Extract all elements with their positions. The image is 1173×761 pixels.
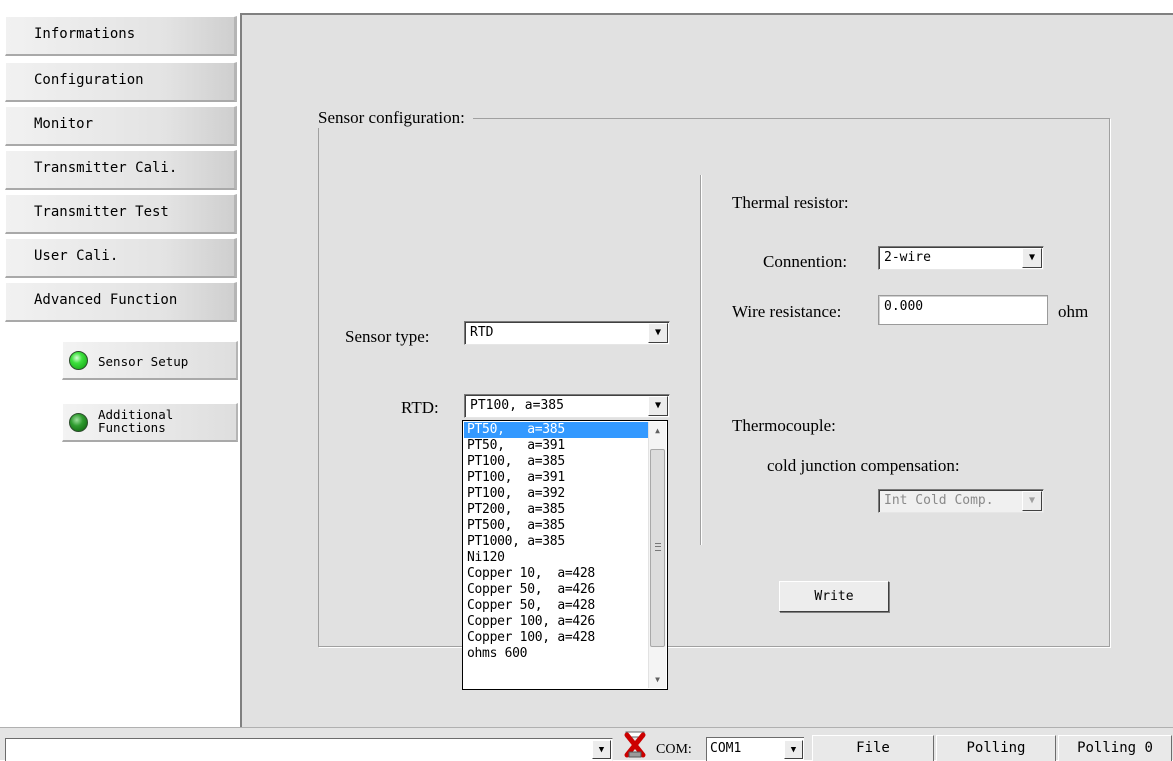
polling-count: Polling 0: [1058, 735, 1172, 761]
rtd-option[interactable]: PT1000, a=385: [464, 534, 649, 550]
thermal-resistor-label: Thermal resistor:: [732, 193, 849, 212]
cjc-label: cold junction compensation:: [767, 456, 960, 475]
write-button[interactable]: Write: [779, 581, 889, 612]
scrollbar-thumb[interactable]: [650, 449, 665, 647]
rtd-options: PT50, a=385 PT50, a=391 PT100, a=385 PT100,…: [464, 422, 649, 662]
nav-configuration[interactable]: Configuration: [5, 62, 237, 102]
nav-transmitter-cali[interactable]: Transmitter Cali.: [5, 150, 237, 190]
rtd-option[interactable]: ohms 600: [464, 646, 649, 662]
main-panel: Sensor configuration: Sensor type: RTD ▼…: [240, 13, 1173, 727]
sensor-type-value: RTD: [470, 325, 494, 340]
dropdown-arrow-icon[interactable]: ▼: [648, 396, 668, 416]
dropdown-arrow-icon[interactable]: ▼: [784, 740, 803, 759]
dropdown-arrow-icon[interactable]: ▼: [648, 323, 668, 343]
nav-label: Transmitter Cali.: [34, 160, 178, 176]
rtd-label: RTD:: [401, 398, 439, 417]
com-select[interactable]: COM1 ▼: [706, 737, 804, 761]
scroll-up-icon[interactable]: ▲: [649, 422, 666, 439]
group-title: Sensor configuration:: [318, 108, 473, 128]
thermocouple-label: Thermocouple:: [732, 416, 836, 435]
connection-label: Connention:: [763, 252, 848, 271]
disconnected-icon: [624, 731, 646, 758]
vertical-separator: [700, 175, 702, 545]
com-value: COM1: [710, 741, 742, 756]
wire-resistance-label: Wire resistance:: [732, 302, 842, 321]
rtd-option[interactable]: Copper 10, a=428: [464, 566, 649, 582]
nav-transmitter-test[interactable]: Transmitter Test: [5, 194, 237, 234]
cjc-value: Int Cold Comp.: [884, 493, 994, 508]
wire-resistance-input[interactable]: 0.000: [878, 295, 1048, 325]
rtd-option[interactable]: PT50, a=391: [464, 438, 649, 454]
rtd-option[interactable]: Copper 100, a=428: [464, 630, 649, 646]
dropdown-arrow-icon[interactable]: ▼: [1022, 248, 1042, 268]
rtd-option[interactable]: PT100, a=392: [464, 486, 649, 502]
sensor-type-select[interactable]: RTD ▼: [464, 321, 670, 345]
sensor-type-label: Sensor type:: [345, 327, 430, 346]
grip-icon: [655, 543, 661, 551]
rtd-option[interactable]: PT50, a=385: [464, 422, 649, 438]
nav-label: Transmitter Test: [34, 204, 169, 220]
rtd-option[interactable]: Copper 50, a=426: [464, 582, 649, 598]
rtd-dropdown-list[interactable]: PT50, a=385 PT50, a=391 PT100, a=385 PT100,…: [462, 420, 668, 690]
cjc-select: Int Cold Comp. ▼: [878, 489, 1044, 513]
nav-informations[interactable]: Informations: [5, 16, 237, 56]
nav-label: Advanced Function: [34, 292, 178, 308]
scroll-down-icon[interactable]: ▼: [649, 671, 666, 688]
nav-advanced-function[interactable]: Advanced Function: [5, 282, 237, 322]
nav-label: Configuration: [34, 72, 144, 88]
nav-label: User Cali.: [34, 248, 119, 264]
rtd-value: PT100, a=385: [470, 398, 564, 413]
sensor-configuration-group: [318, 118, 1110, 647]
rtd-option[interactable]: PT100, a=391: [464, 470, 649, 486]
com-label: COM:: [656, 742, 692, 757]
rtd-option[interactable]: Copper 100, a=426: [464, 614, 649, 630]
file-button[interactable]: File: [812, 735, 934, 761]
sensor-setup-label: Sensor Setup: [98, 354, 189, 369]
rtd-option[interactable]: Copper 50, a=428: [464, 598, 649, 614]
navigation-sidebar: Informations Configuration Monitor Trans…: [0, 13, 240, 727]
sensor-setup-button[interactable]: Sensor Setup: [62, 341, 238, 380]
nav-label: Monitor: [34, 116, 94, 132]
rtd-option[interactable]: Ni120: [464, 550, 649, 566]
rtd-option[interactable]: PT100, a=385: [464, 454, 649, 470]
status-led-icon: [69, 413, 88, 432]
additional-functions-button[interactable]: Additional Functions: [62, 403, 238, 442]
polling-button[interactable]: Polling: [936, 735, 1056, 761]
command-dropdown-arrow-icon[interactable]: ▼: [592, 740, 611, 759]
nav-label: Informations: [34, 26, 136, 42]
command-input[interactable]: [5, 738, 613, 761]
additional-functions-label-line2: Functions: [98, 420, 166, 435]
dropdown-scrollbar[interactable]: ▲ ▼: [648, 422, 666, 688]
connection-select[interactable]: 2-wire ▼: [878, 246, 1044, 270]
wire-resistance-unit: ohm: [1058, 302, 1089, 321]
dropdown-arrow-icon: ▼: [1022, 491, 1042, 511]
connection-value: 2-wire: [884, 250, 931, 265]
nav-user-cali[interactable]: User Cali.: [5, 238, 237, 278]
rtd-option[interactable]: PT500, a=385: [464, 518, 649, 534]
status-bar: ▼ COM: COM1 ▼ File Polling Polling 0: [0, 727, 1173, 761]
rtd-option[interactable]: PT200, a=385: [464, 502, 649, 518]
rtd-select[interactable]: PT100, a=385 ▼: [464, 394, 670, 418]
nav-monitor[interactable]: Monitor: [5, 106, 237, 146]
status-led-icon: [69, 351, 88, 370]
